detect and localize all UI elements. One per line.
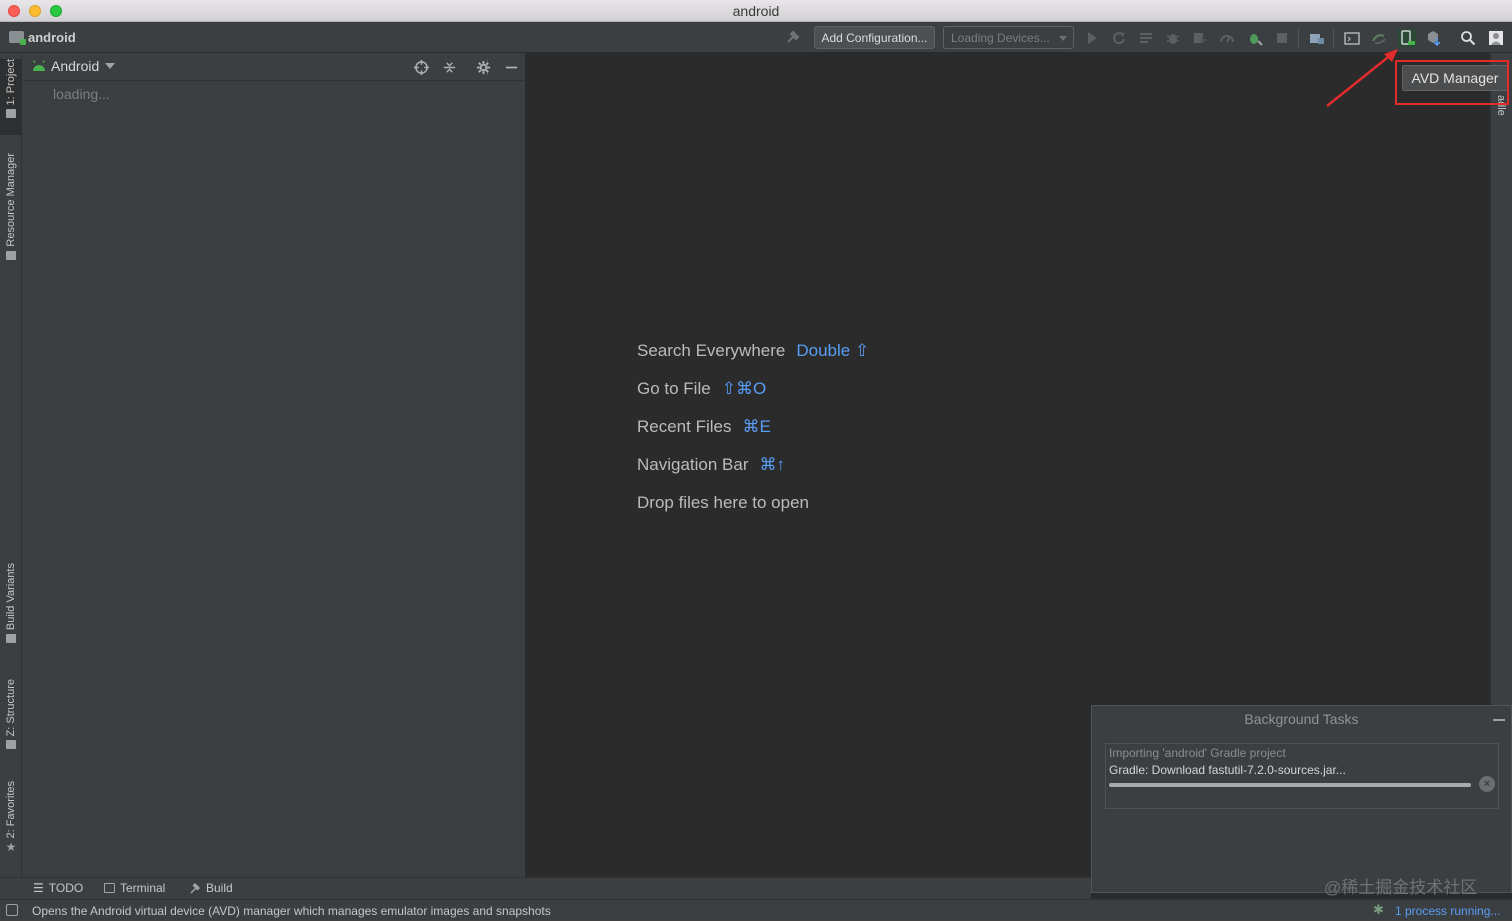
task-progress-fill — [1109, 783, 1471, 787]
status-bar: Opens the Android virtual device (AVD) m… — [0, 899, 1512, 921]
task-progress-bar — [1109, 783, 1471, 787]
tool-tab-label: 1: Project — [5, 59, 17, 106]
attach-debugger-icon[interactable] — [1246, 29, 1264, 47]
run-play-icon[interactable] — [1083, 29, 1101, 47]
background-tasks-popup: Background Tasks Importing 'android' Gra… — [1091, 705, 1512, 897]
task-item: Importing 'android' Gradle project Gradl… — [1105, 743, 1499, 809]
list-icon: ☰ — [33, 881, 44, 895]
task-detail: Gradle: Download fastutil-7.2.0-sources.… — [1109, 763, 1346, 777]
tool-tab-label: Resource Manager — [5, 153, 17, 247]
toolbar-separator — [1298, 29, 1299, 47]
tool-tab-todo[interactable]: ☰ TODO — [33, 881, 83, 895]
tool-tab-label: TODO — [48, 881, 84, 895]
hint-go-to-file: Go to File ⇧⌘O — [637, 379, 869, 417]
gear-icon[interactable] — [475, 59, 491, 75]
tool-tab-label: Terminal — [120, 881, 166, 895]
minimize-popup-icon[interactable] — [1493, 719, 1505, 721]
hint-label: Drop files here to open — [637, 493, 809, 512]
resource-shapes-icon — [6, 250, 16, 260]
debug-bug-icon[interactable] — [1164, 29, 1182, 47]
tool-tab-label: 2: Favorites — [5, 781, 17, 839]
run-with-coverage-icon[interactable] — [1191, 29, 1209, 47]
hint-recent-files: Recent Files ⌘E — [637, 417, 869, 455]
tool-tab-favorites[interactable]: 2: Favorites ★ — [0, 781, 22, 865]
hint-shortcut: Double ⇧ — [796, 341, 870, 360]
project-view-mode: Android — [51, 58, 100, 74]
hammer-icon — [190, 882, 201, 894]
project-view-select[interactable]: Android — [51, 58, 116, 74]
title-bar: android — [0, 0, 1512, 22]
project-tool-window: Android loading... — [22, 53, 526, 877]
background-tasks-title: Background Tasks — [1244, 711, 1359, 727]
project-panel-header: Android — [22, 53, 525, 81]
hint-label: Navigation Bar — [637, 455, 749, 474]
project-loading-text: loading... — [53, 86, 110, 102]
hint-shortcut: ⌘E — [742, 417, 771, 436]
search-icon[interactable] — [1459, 29, 1477, 47]
bottom-tool-tabs: ☰ TODO Terminal Build — [0, 877, 1091, 899]
apply-changes-restart-icon[interactable] — [1110, 29, 1128, 47]
chevron-down-icon — [105, 63, 116, 69]
tool-tab-label: Build — [206, 881, 233, 895]
hint-navigation-bar: Navigation Bar ⌘↑ — [637, 455, 869, 493]
main-toolbar: android Add Configuration... Loading Dev… — [0, 22, 1512, 53]
status-message: Opens the Android virtual device (AVD) m… — [32, 904, 551, 918]
tool-tab-build-variants[interactable]: Build Variants — [0, 563, 22, 659]
android-robot-icon — [6, 634, 16, 644]
terminal-icon — [104, 883, 115, 893]
tool-tab-resource-manager[interactable]: Resource Manager — [0, 153, 22, 275]
hint-shortcut: ⇧⌘O — [721, 379, 767, 398]
structure-icon — [6, 740, 16, 750]
left-tool-stripe: 1: Project Resource Manager Build Varian… — [0, 53, 22, 877]
watermark-text: @稀土掘金技术社区 — [1324, 878, 1478, 897]
hint-label: Go to File — [637, 379, 711, 398]
stop-icon[interactable] — [1273, 29, 1291, 47]
profile-gauge-icon[interactable] — [1218, 29, 1236, 47]
tool-tab-structure[interactable]: Z: Structure — [0, 679, 22, 761]
sdk-manager-icon[interactable] — [1425, 29, 1443, 47]
hide-panel-minus-icon[interactable] — [503, 59, 519, 75]
editor-hints: Search Everywhere Double ⇧ Go to File ⇧⌘… — [637, 341, 869, 531]
locate-crosshair-icon[interactable] — [413, 59, 429, 75]
star-icon: ★ — [5, 840, 17, 855]
hint-drop-files: Drop files here to open — [637, 493, 869, 531]
apply-code-changes-icon[interactable] — [1137, 29, 1155, 47]
device-select-value: Loading Devices... — [951, 30, 1050, 45]
process-running-link[interactable]: 1 process running... — [1395, 904, 1500, 918]
chevron-down-icon — [1059, 36, 1067, 41]
make-project-hammer-icon[interactable] — [784, 29, 802, 47]
tool-tab-project[interactable]: 1: Project — [0, 59, 22, 135]
add-configuration-button[interactable]: Add Configuration... — [814, 26, 935, 49]
hint-search-everywhere: Search Everywhere Double ⇧ — [637, 341, 869, 379]
project-breadcrumb[interactable]: android — [9, 28, 76, 46]
toggle-tool-windows-icon[interactable] — [6, 904, 18, 916]
user-avatar-icon[interactable] — [1487, 29, 1505, 47]
tool-tab-label: Build Variants — [5, 563, 17, 631]
device-select[interactable]: Loading Devices... — [943, 26, 1074, 49]
project-folder-icon — [9, 31, 26, 45]
project-name: android — [28, 29, 76, 45]
hint-label: Recent Files — [637, 417, 732, 436]
process-spinner-icon: ✱ — [1373, 902, 1384, 917]
task-title: Importing 'android' Gradle project — [1109, 746, 1286, 760]
tool-tab-terminal[interactable]: Terminal — [104, 881, 165, 895]
tool-tab-label: Z: Structure — [5, 679, 17, 737]
annotation-arrow-icon — [1326, 49, 1398, 107]
hint-shortcut: ⌘↑ — [759, 455, 786, 474]
hint-label: Search Everywhere — [637, 341, 786, 360]
tool-tab-build[interactable]: Build — [189, 881, 233, 895]
window-title: android — [732, 3, 780, 19]
cancel-task-icon[interactable]: × — [1479, 776, 1495, 792]
android-head-icon — [32, 60, 46, 71]
folder-icon — [6, 109, 16, 119]
collapse-all-icon[interactable] — [441, 59, 457, 75]
annotation-highlight-box — [1395, 60, 1509, 105]
